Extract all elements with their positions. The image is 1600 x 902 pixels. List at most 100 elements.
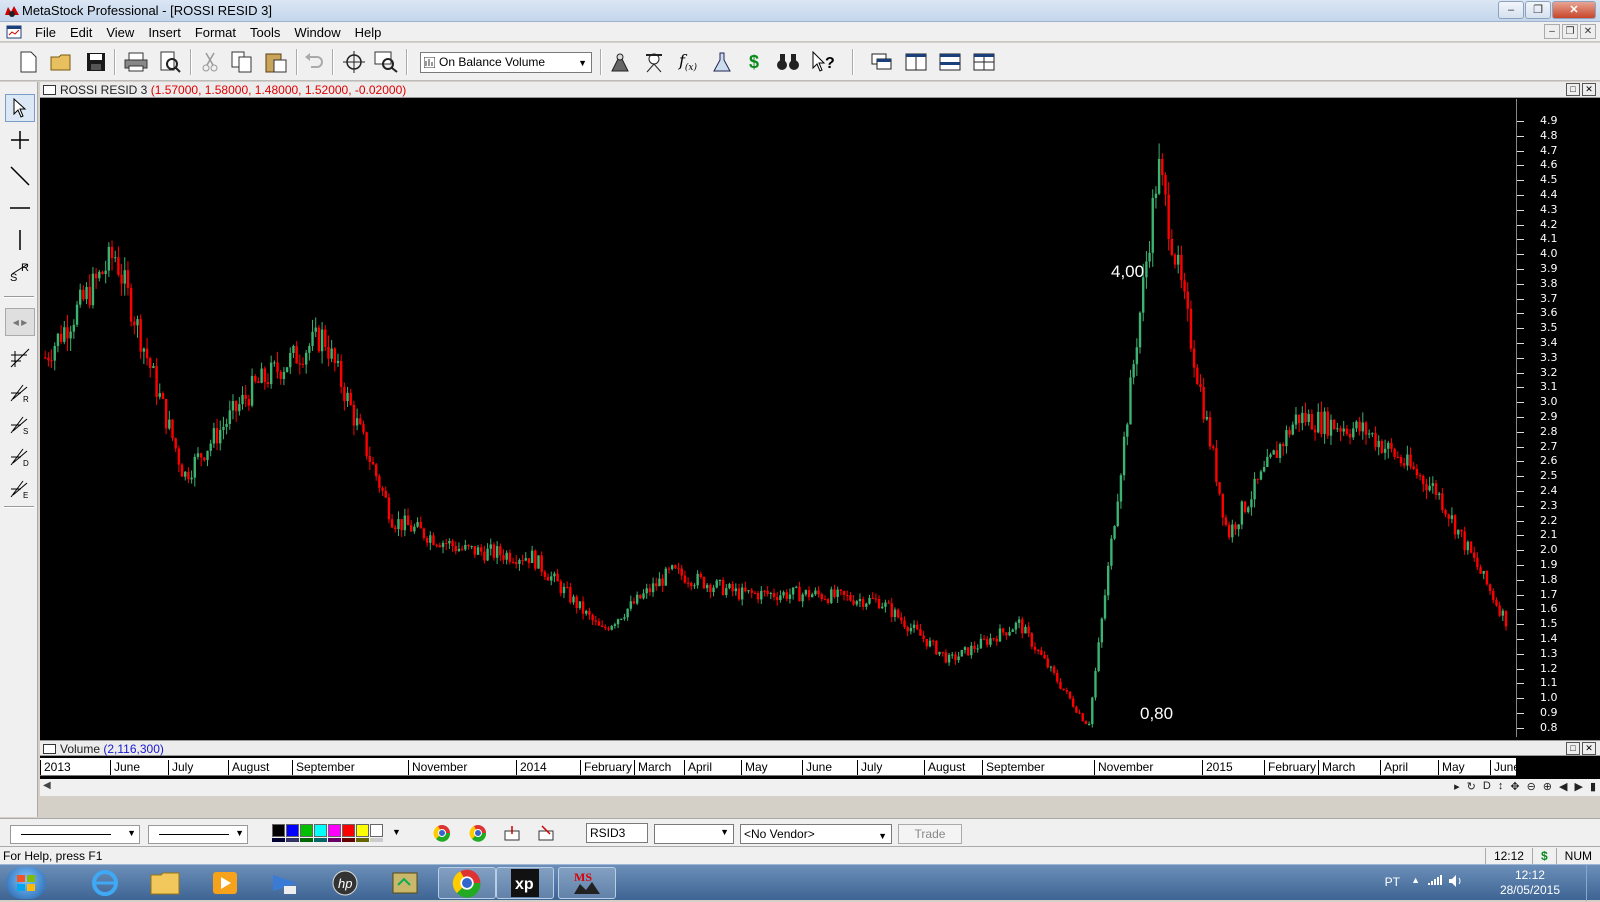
mdi-minimize-button[interactable]: – [1544,24,1560,39]
cascade-windows-icon[interactable] [868,48,896,76]
help-pointer-icon[interactable]: ? [810,48,838,76]
indicator-select[interactable]: On Balance Volume ▼ [420,52,592,73]
chevron-down-icon[interactable]: ▼ [392,827,401,837]
periodicity-select[interactable]: ▼ [654,824,734,844]
scroll-left-icon[interactable]: ◀ [43,780,51,791]
tile-vertical-icon[interactable] [902,48,930,76]
tool-scroll-handle[interactable]: ◀ ▶ [5,308,35,336]
fibonacci-tool-icon[interactable] [5,344,35,372]
fibonacci-fan-tool-icon[interactable]: S [5,410,35,438]
horizontal-line-tool-icon[interactable] [5,194,35,222]
start-button-icon[interactable] [6,867,46,899]
pointer-tool-icon[interactable] [5,94,35,122]
document-icon[interactable] [6,24,22,40]
tile-horizontal-icon[interactable] [936,48,964,76]
chrome-taskbar-icon[interactable] [438,867,496,899]
menu-help[interactable]: Help [348,24,389,41]
hp-icon[interactable]: hp [316,867,374,899]
chrome-icon[interactable] [430,821,454,845]
mdi-restore-button[interactable]: ❐ [1562,24,1578,39]
fibonacci-retracement-tool-icon[interactable]: R [5,378,35,406]
color-swatch[interactable] [300,824,313,837]
media-player-icon[interactable] [196,867,254,899]
chart-scrollbar[interactable]: ◀ ▸ ↻ D ↕ ✥ ⊖ ⊕ ◀ ▶ ▮ [40,779,1600,796]
fibonacci-arcs-tool-icon[interactable]: D [5,442,35,470]
volume-window-icon[interactable] [43,744,56,754]
undo-icon[interactable] [300,48,328,76]
daily-periodicity-icon[interactable]: D [1483,780,1491,793]
end-icon[interactable]: ▮ [1590,780,1596,793]
menu-edit[interactable]: Edit [63,24,99,41]
volume-icon[interactable] [1448,874,1464,891]
zoom-in-icon[interactable]: ⊕ [1543,780,1552,793]
crosshair-tool-icon[interactable] [5,126,35,154]
mdi-close-button[interactable]: ✕ [1580,24,1596,39]
fibonacci-extension-tool-icon[interactable]: E [5,474,35,502]
network-app-icon[interactable] [256,867,314,899]
color-swatch[interactable] [286,824,299,837]
support-resistance-tool-icon[interactable]: SR [5,258,35,286]
scale-icon[interactable]: ↕ [1498,780,1504,793]
insert-symbol-icon[interactable] [534,821,558,845]
crosshair-icon[interactable] [340,48,368,76]
minimize-button[interactable]: – [1498,1,1524,19]
explorer-icon[interactable] [640,48,668,76]
move-icon[interactable]: ✥ [1510,780,1519,793]
cut-icon[interactable] [196,48,224,76]
color-swatch[interactable] [328,824,341,837]
chart-window-icon[interactable] [43,85,56,95]
show-hidden-icons-icon[interactable]: ▲ [1411,875,1420,885]
binoculars-icon[interactable] [774,48,802,76]
save-icon[interactable] [82,48,110,76]
new-file-icon[interactable] [14,48,42,76]
metastock-taskbar-icon[interactable]: MS [558,867,616,899]
downloader-icon[interactable] [376,867,434,899]
vendor-select[interactable]: <No Vendor> ▼ [740,824,892,844]
chart-close-button[interactable]: ✕ [1582,83,1596,96]
chrome-icon[interactable] [466,821,490,845]
xp-investimentos-icon[interactable]: xp [496,867,554,899]
volume-maximize-button[interactable]: □ [1566,742,1580,755]
close-button[interactable]: ✕ [1552,1,1596,19]
color-swatch[interactable] [272,824,285,837]
page-back-icon[interactable]: ◀ [1559,780,1567,793]
chart-maximize-button[interactable]: □ [1566,83,1580,96]
internet-explorer-icon[interactable] [76,867,134,899]
zoom-out-icon[interactable]: ⊖ [1527,780,1536,793]
print-preview-icon[interactable] [156,48,184,76]
menu-window[interactable]: Window [287,24,347,41]
menu-view[interactable]: View [99,24,141,41]
scroll-right-icon[interactable]: ▸ [1454,780,1460,793]
expert-advisor-icon[interactable] [606,48,634,76]
show-desktop-button[interactable] [1586,865,1600,901]
color-swatch[interactable] [342,824,355,837]
formula-icon[interactable]: f(x) [674,48,702,76]
color-swatch[interactable] [314,824,327,837]
print-icon[interactable] [122,48,150,76]
open-folder-icon[interactable] [48,48,76,76]
menu-file[interactable]: File [28,24,63,41]
menu-insert[interactable]: Insert [141,24,188,41]
symbol-input[interactable]: RSID3 [586,823,648,843]
menu-tools[interactable]: Tools [243,24,287,41]
line-style-select[interactable]: ▼ [10,825,140,844]
vertical-line-tool-icon[interactable] [5,226,35,254]
file-explorer-icon[interactable] [136,867,194,899]
refresh-icon[interactable]: ↻ [1467,780,1476,793]
dollar-icon[interactable]: $ [740,48,768,76]
trade-button[interactable]: Trade [898,824,962,844]
line-weight-select[interactable]: ▼ [148,825,248,844]
language-indicator[interactable]: PT [1385,875,1400,889]
maximize-button[interactable]: ❐ [1525,1,1551,19]
insert-text-icon[interactable] [500,821,524,845]
trendline-tool-icon[interactable] [5,162,35,190]
page-forward-icon[interactable]: ▶ [1574,780,1582,793]
menu-format[interactable]: Format [188,24,243,41]
system-tester-icon[interactable] [708,48,736,76]
volume-close-button[interactable]: ✕ [1582,742,1596,755]
paste-icon[interactable] [262,48,290,76]
clock[interactable]: 12:12 28/05/2015 [1500,868,1560,898]
price-chart-plot[interactable] [40,99,1516,737]
copy-icon[interactable] [228,48,256,76]
color-swatch[interactable] [356,824,369,837]
